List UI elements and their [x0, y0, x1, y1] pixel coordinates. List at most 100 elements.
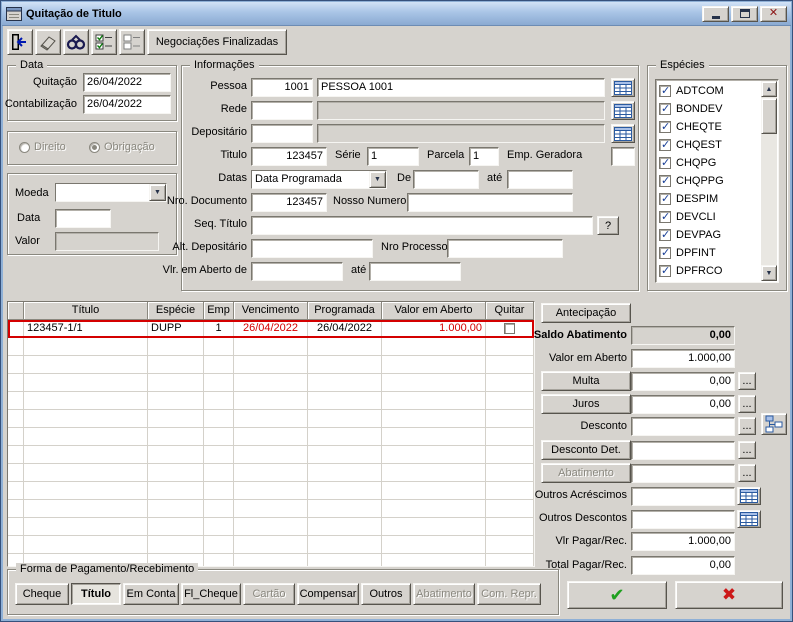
especie-checkbox[interactable] [659, 264, 671, 277]
forma-em-conta-button[interactable]: Em Conta [123, 583, 179, 605]
pessoa-code-input[interactable]: 1001 [251, 78, 313, 97]
scroll-up-button[interactable] [761, 81, 777, 97]
hierarchy-button[interactable] [761, 413, 787, 435]
rede-lookup-button[interactable] [611, 101, 635, 120]
desconto-field[interactable] [631, 417, 735, 436]
grid-header-especie[interactable]: Espécie [148, 302, 204, 320]
check-all-button[interactable] [91, 29, 117, 55]
seq-titulo-input[interactable] [251, 216, 593, 235]
data-de-input[interactable] [413, 170, 479, 189]
uncheck-all-button[interactable] [119, 29, 145, 55]
scroll-thumb[interactable] [761, 98, 777, 134]
emp-geradora-input[interactable] [611, 147, 635, 166]
grid-header-emp[interactable]: Emp [204, 302, 234, 320]
especie-checkbox[interactable] [659, 174, 671, 187]
especie-checkbox[interactable] [659, 192, 671, 205]
forma-compensar-button[interactable]: Compensar [297, 583, 359, 605]
especie-checkbox[interactable] [659, 156, 671, 169]
forma-cheque-button[interactable]: Cheque [15, 583, 69, 605]
nro-documento-input[interactable]: 123457 [251, 193, 327, 212]
especies-scrollbar[interactable] [761, 81, 777, 281]
scroll-down-button[interactable] [761, 265, 777, 281]
especie-item[interactable]: DESPIM [659, 190, 760, 208]
minimize-button[interactable] [702, 5, 729, 22]
abatimento-more-button[interactable]: ... [738, 464, 756, 482]
table-lookup-icon [740, 489, 758, 503]
grid-header-vencimento[interactable]: Vencimento [234, 302, 308, 320]
nro-processo-input[interactable] [447, 239, 563, 258]
multa-more-button[interactable]: ... [738, 372, 756, 390]
data-ate-input[interactable] [507, 170, 573, 189]
vlr-aberto-de-input[interactable] [251, 262, 343, 281]
direito-label: Direito [34, 141, 66, 153]
juros-button[interactable]: Juros [541, 394, 631, 414]
antecipacao-button[interactable]: Antecipação [541, 303, 631, 323]
forma-outros-button[interactable]: Outros [361, 583, 411, 605]
datas-combo-arrow[interactable] [369, 171, 386, 188]
especie-item[interactable]: DEVCLI [659, 208, 760, 226]
depositario-code-input[interactable] [251, 124, 313, 143]
maximize-button[interactable] [731, 5, 758, 22]
moeda-data-input[interactable] [55, 209, 111, 228]
nro-processo-label: Nro Processo [381, 241, 448, 253]
outros-acrescimos-field[interactable] [631, 487, 735, 506]
especie-item[interactable]: CHQPPG [659, 172, 760, 190]
pessoa-lookup-button[interactable] [611, 78, 635, 97]
grid-header-programada[interactable]: Programada [308, 302, 382, 320]
especie-checkbox[interactable] [659, 138, 671, 151]
outros-descontos-lookup-button[interactable] [737, 510, 761, 528]
grid-empty-row [8, 500, 534, 518]
desconto-det-button[interactable]: Desconto Det. [541, 440, 631, 460]
rede-code-input[interactable] [251, 101, 313, 120]
nosso-numero-input[interactable] [407, 193, 573, 212]
erase-button[interactable] [35, 29, 61, 55]
especie-checkbox[interactable] [659, 210, 671, 223]
alt-depositario-input[interactable] [251, 239, 373, 258]
especie-item[interactable]: CHQEST [659, 136, 760, 154]
especie-checkbox[interactable] [659, 228, 671, 241]
grid-header-titulo[interactable]: Título [24, 302, 148, 320]
outros-descontos-field[interactable] [631, 510, 735, 529]
juros-field[interactable]: 0,00 [631, 395, 735, 414]
forma-titulo-button[interactable]: Título [71, 583, 121, 605]
especie-item[interactable]: ADTCOM [659, 82, 760, 100]
cancel-button[interactable] [675, 581, 783, 609]
search-button[interactable] [63, 29, 89, 55]
titulo-input[interactable]: 123457 [251, 147, 327, 166]
grid-data-row[interactable]: 123457-1/1 DUPP 1 26/04/2022 26/04/2022 … [8, 320, 534, 338]
especie-item[interactable]: CHEQTE [659, 118, 760, 136]
parcela-label: Parcela [427, 149, 465, 161]
especie-checkbox[interactable] [659, 246, 671, 259]
especie-item[interactable]: DPFINT [659, 244, 760, 262]
serie-input[interactable]: 1 [367, 147, 419, 166]
grid-header-quitar[interactable]: Quitar [486, 302, 534, 320]
desconto-det-field[interactable] [631, 441, 735, 460]
especie-checkbox[interactable] [659, 120, 671, 133]
depositario-label: Depositário [191, 126, 247, 138]
especie-item[interactable]: DPFRCO [659, 262, 760, 280]
seq-help-button[interactable]: ? [597, 216, 619, 235]
especie-checkbox[interactable] [659, 102, 671, 115]
especie-checkbox[interactable] [659, 84, 671, 97]
negociacoes-finalizadas-button[interactable]: Negociações Finalizadas [147, 29, 287, 55]
especie-item[interactable]: DEVPAG [659, 226, 760, 244]
datas-combo[interactable]: Data Programada [251, 170, 387, 189]
forma-fl-cheque-button[interactable]: Fl_Cheque [181, 583, 241, 605]
depositario-lookup-button[interactable] [611, 124, 635, 143]
desconto-det-more-button[interactable]: ... [738, 441, 756, 459]
juros-more-button[interactable]: ... [738, 395, 756, 413]
parcela-input[interactable]: 1 [469, 147, 499, 166]
multa-field[interactable]: 0,00 [631, 372, 735, 391]
especie-item[interactable]: CHQPG [659, 154, 760, 172]
exit-button[interactable] [7, 29, 33, 55]
desconto-more-button[interactable]: ... [738, 417, 756, 435]
vlr-aberto-ate-input[interactable] [369, 262, 461, 281]
multa-button[interactable]: Multa [541, 371, 631, 391]
close-button[interactable] [760, 5, 787, 22]
titlebar: Quitação de Titulo [2, 2, 791, 26]
outros-acrescimos-lookup-button[interactable] [737, 487, 761, 505]
especie-item[interactable]: BONDEV [659, 100, 760, 118]
grid-header-valor[interactable]: Valor em Aberto [382, 302, 486, 320]
especie-label: CHEQTE [676, 120, 722, 133]
confirm-button[interactable] [567, 581, 667, 609]
